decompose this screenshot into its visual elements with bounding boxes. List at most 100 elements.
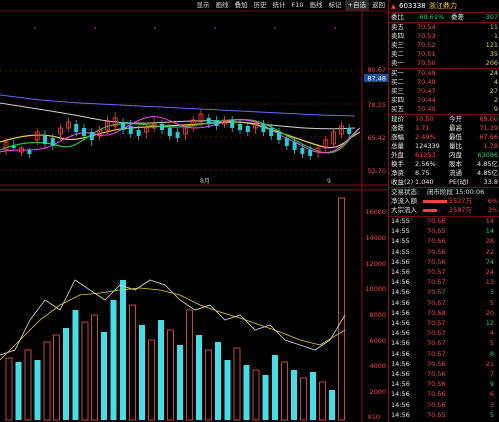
tick-row[interactable]: 14:56 70.56 3 (389, 401, 499, 410)
tick-row[interactable]: 14:56 70.57 24 (389, 268, 499, 277)
tick-row[interactable]: 14:56 70.57 12 (389, 319, 499, 328)
ask-row[interactable]: 卖一 70.50 206 (389, 59, 499, 68)
stock-name: 浙江鼎力 (429, 2, 457, 10)
trade-status: 交易状态: 闭市阶段 15:00:06 (389, 188, 499, 197)
tick-volume: 21 (485, 359, 494, 368)
tick-time: 14:56 (391, 288, 410, 297)
volume-bar (272, 355, 278, 420)
tick-volume: 14 (485, 217, 494, 225)
quote-row[interactable]: 收益(2) 1.040 PE(动) 33.8 (389, 178, 499, 187)
tick-row[interactable]: 14:56 70.57 4 (389, 329, 499, 338)
flow-bar (423, 200, 447, 203)
webi-row: 委比 -69.61% 委差 -307 (389, 13, 499, 22)
tick-row[interactable]: 14:56 70.56 21 (389, 360, 499, 369)
tick-price: 70.56 (427, 217, 446, 225)
quote-label: 净资 (391, 169, 404, 177)
tick-time: 14:56 (391, 278, 410, 287)
date-marker-2: 9 (327, 178, 331, 185)
quote-row[interactable]: 总量 124339 量比 1.78 (389, 142, 499, 151)
volume-bar (177, 345, 183, 420)
tick-row[interactable]: 14:56 70.57 3 (389, 288, 499, 297)
bid-volume: 4 (493, 78, 498, 86)
bid-row[interactable]: 买二 70.48 4 (389, 78, 499, 87)
top-markers (34, 27, 336, 29)
tick-row[interactable]: 14:55 70.55 14 (389, 227, 499, 236)
quote-value-2: 4.85亿 (477, 169, 498, 177)
quote-row[interactable]: 涨跌 1.71 最高 71.39 (389, 124, 499, 133)
tick-row[interactable]: 14:55 70.56 22 (389, 248, 499, 257)
quote-row[interactable]: 净资 8.75 流通 4.85亿 (389, 169, 499, 178)
tick-row[interactable]: 14:56 70.57 5 (389, 299, 499, 308)
tick-price: 70.56 (427, 237, 446, 246)
flow-bar (423, 209, 437, 212)
tick-volume: 74 (485, 257, 494, 266)
candle-body (43, 136, 47, 144)
tick-volume: 5 (489, 410, 494, 419)
candle-body (27, 150, 32, 154)
tick-row[interactable]: 14:56 70.56 6 (389, 390, 499, 399)
price-label-low: 65.42 (367, 134, 386, 142)
ask-label: 卖四 (391, 32, 404, 40)
volume-bar (81, 321, 89, 421)
quote-value-2: 63086 (477, 151, 498, 159)
tick-row[interactable]: 14:55 70.56 14 (389, 217, 499, 226)
quote-panel: ▲ 603338 浙江鼎力 委比 -69.61% 委差 -307 卖五 70.54… (388, 0, 499, 422)
ask-row[interactable]: 卖三 70.52 121 (389, 41, 499, 50)
ask-row[interactable]: 卖四 70.53 1 (389, 32, 499, 41)
volume-bar (186, 309, 193, 421)
ask-volume: 11 (489, 23, 498, 31)
price-label-bottom: 52.70 (367, 167, 386, 175)
candle-body (160, 124, 164, 130)
bid-price: 70.49 (417, 69, 436, 77)
ask-row[interactable]: 卖五 70.54 11 (389, 23, 499, 32)
quote-value: 1.040 (415, 178, 434, 186)
tick-price: 70.57 (427, 298, 446, 307)
tick-row[interactable]: 14:56 70.58 20 (389, 309, 499, 318)
bid-label: 买二 (391, 78, 404, 86)
tick-volume: 5 (489, 339, 494, 348)
quote-label-2: 股本 (449, 160, 462, 168)
bid-row[interactable]: 买五 70.40 9 (389, 105, 499, 114)
kline-chart[interactable]: 80.67 87.48 78.15 65.42 52.70 8月 9 16000… (0, 0, 388, 422)
tick-row[interactable]: 14:56 70.56 7 (389, 370, 499, 379)
bid-row[interactable]: 买一 70.49 24 (389, 69, 499, 78)
quote-row[interactable]: 现价 70.50 今开 69.00 (389, 115, 499, 124)
bid-row[interactable]: 买四 70.44 2 (389, 96, 499, 105)
tick-row[interactable]: 14:56 70.56 74 (389, 258, 499, 267)
candle-body (261, 124, 266, 132)
ask-row[interactable]: 卖二 70.51 35 (389, 50, 499, 59)
tick-time: 14:56 (391, 339, 410, 348)
volume-bar (91, 314, 98, 421)
stock-header[interactable]: ▲ 603338 浙江鼎力 (389, 1, 499, 11)
ask-volume: 206 (485, 59, 498, 67)
volume-bar (139, 325, 145, 420)
bid-row[interactable]: 买三 70.47 27 (389, 87, 499, 96)
webi-value: -69.61% (417, 13, 445, 21)
quote-row[interactable]: 涨幅 2.49% 最低 67.66 (389, 133, 499, 142)
candle-body (82, 128, 86, 136)
volume-bar (338, 197, 345, 421)
tick-row[interactable]: 14:55 70.56 28 (389, 237, 499, 246)
quote-value: 1.71 (415, 124, 430, 132)
volume-bar (224, 360, 231, 420)
quote-label: 收益(2) (391, 178, 414, 186)
volume-bar (329, 390, 335, 420)
quote-value-2: 71.39 (479, 124, 498, 132)
tick-row[interactable]: 14:56 70.57 8 (389, 350, 499, 359)
volume-bar (310, 372, 316, 420)
quote-label: 现价 (391, 115, 404, 123)
tick-row[interactable]: 14:56 70.56 9 (389, 380, 499, 389)
flow-row[interactable]: 净流入额 5527万 6% (389, 197, 499, 206)
ask-label: 卖三 (391, 41, 404, 49)
volume-bar (53, 334, 60, 421)
quote-label: 涨跌 (391, 124, 404, 132)
tick-time: 14:56 (391, 257, 410, 266)
tick-row[interactable]: 14:56 70.57 13 (389, 278, 499, 287)
tick-row[interactable]: 14:56 70.55 5 (389, 411, 499, 420)
quote-row[interactable]: 外盘 61253 内盘 63086 (389, 151, 499, 160)
flow-row[interactable]: 大宗流入 2587万 3% (389, 206, 499, 215)
tick-row[interactable]: 14:56 70.57 5 (389, 339, 499, 348)
volume-bar (233, 347, 241, 421)
quote-row[interactable]: 换手 2.56% 股本 4.85亿 (389, 160, 499, 169)
ask-price: 70.50 (417, 59, 436, 67)
